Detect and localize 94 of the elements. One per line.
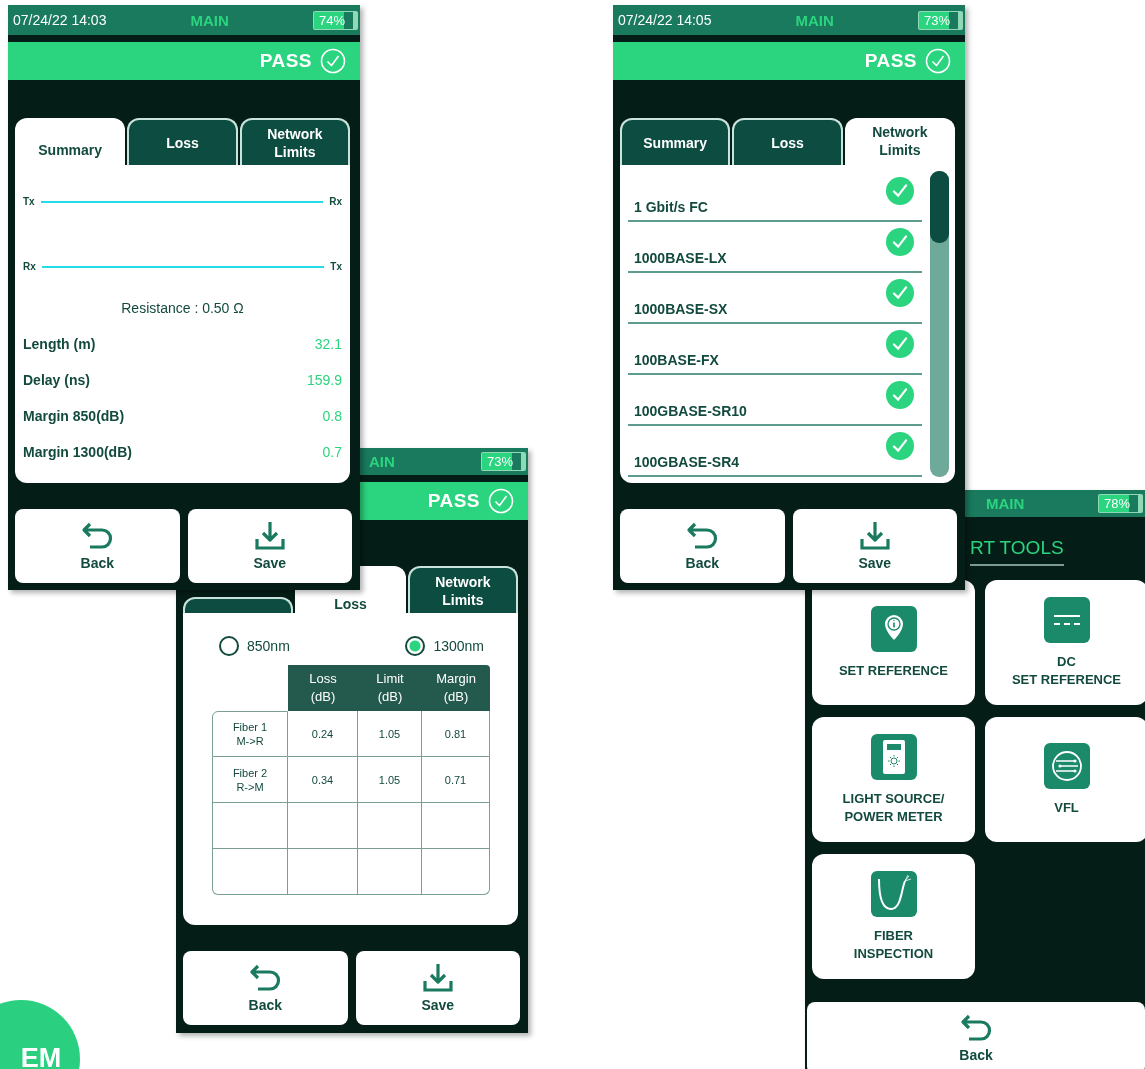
table-cell: 0.24 — [288, 711, 358, 757]
radio-circle[interactable] — [219, 636, 239, 656]
section-heading: RT TOOLS — [970, 536, 1064, 566]
meter-device-icon — [870, 733, 917, 780]
tab[interactable]: Network Limits — [239, 118, 350, 165]
tab[interactable] — [183, 597, 294, 613]
table-cell: 1.05 — [358, 711, 422, 757]
port-label: Tx — [23, 196, 35, 207]
check-circle-icon — [320, 48, 346, 74]
row-header: Fiber 2 R->M — [212, 757, 288, 803]
back-arrow-icon — [959, 1013, 993, 1043]
empty-cell — [358, 803, 422, 849]
back-arrow-icon — [248, 963, 283, 993]
back-button[interactable]: Back — [183, 951, 348, 1025]
download-icon — [420, 963, 455, 993]
empty-cell — [422, 803, 490, 849]
measurement-value: 159.9 — [306, 372, 342, 388]
tab[interactable]: Summary — [15, 118, 126, 165]
empty-cell — [358, 849, 422, 895]
port-label: Rx — [329, 196, 342, 207]
back-arrow-icon — [80, 521, 115, 551]
standard-name: 1000BASE-SX — [634, 301, 728, 319]
measurement-value: 0.7 — [322, 444, 342, 460]
resistance-text: Resistance : 0.50 Ω — [120, 300, 245, 316]
table-cell: 0.71 — [422, 757, 490, 803]
date-time: 07/24/22 14:03 — [13, 12, 107, 28]
tab[interactable]: Summary — [620, 118, 731, 165]
download-icon — [857, 521, 892, 551]
location-pin-icon — [870, 605, 917, 652]
check-circle-icon — [925, 48, 951, 74]
row-header: Fiber 1 M->R — [212, 711, 288, 757]
battery-indicator: 73% — [480, 452, 526, 471]
standard-name: 100GBASE-SR4 — [634, 454, 740, 472]
date-time: 07/24/22 14:05 — [618, 12, 712, 28]
empty-cell — [288, 849, 358, 895]
radio-circle[interactable] — [405, 636, 426, 656]
table-cell: 1.05 — [358, 757, 422, 803]
column-header: Limit (dB) — [358, 665, 422, 711]
dc-symbol-icon — [1043, 596, 1090, 643]
measurement-label: Delay (ns) — [23, 372, 90, 388]
download-icon — [252, 521, 287, 551]
tool-tile[interactable]: SET REFERENCE — [812, 580, 975, 705]
standard-name: 1 Gbit/s FC — [634, 199, 708, 217]
empty-cell — [288, 803, 358, 849]
measurement-label: Length (m) — [23, 336, 96, 352]
table-cell: 0.34 — [288, 757, 358, 803]
standard-name: 100GBASE-SR10 — [634, 403, 747, 421]
measurement-value: 0.8 — [322, 408, 342, 424]
back-button[interactable]: Back — [620, 509, 785, 583]
circle-lines-icon — [1043, 742, 1090, 789]
battery-indicator: 74% — [312, 10, 358, 30]
screen-title: MAIN — [189, 11, 230, 29]
back-button[interactable]: Back — [15, 509, 180, 583]
cable-loop-icon — [870, 870, 917, 917]
measurement-label: Margin 1300(dB) — [23, 444, 132, 460]
tool-tile[interactable]: VFL — [985, 717, 1145, 842]
tool-tile[interactable]: FIBER INSPECTION — [812, 854, 975, 979]
column-header: Margin (dB) — [422, 665, 490, 711]
radio-label: 850nm — [247, 638, 290, 654]
scrollbar[interactable] — [930, 171, 949, 477]
measurement-value: 32.1 — [314, 336, 342, 352]
tab[interactable]: Network Limits — [844, 118, 955, 165]
result-text: PASS — [259, 50, 312, 72]
radio-label: 1300nm — [433, 638, 484, 654]
measurement-label: Margin 850(dB) — [23, 408, 125, 424]
battery-indicator: 73% — [917, 10, 963, 30]
wavelength-radio[interactable]: 1300nm — [405, 636, 484, 656]
battery-indicator: 78% — [1097, 494, 1143, 513]
screen-title: MAIN — [985, 495, 1026, 512]
logo-text: EM — [19, 1043, 62, 1069]
tab[interactable]: Loss — [127, 118, 238, 165]
scroll-thumb[interactable] — [930, 171, 949, 243]
tab[interactable]: Loss — [732, 118, 843, 165]
port-label: Rx — [23, 261, 36, 272]
save-button[interactable]: Save — [355, 951, 520, 1025]
result-text: PASS — [864, 50, 917, 72]
standard-name: 100BASE-FX — [634, 352, 719, 370]
screen-title: MAIN — [794, 11, 835, 29]
screen-title: AIN — [368, 453, 396, 470]
back-button[interactable]: Back — [807, 1002, 1145, 1069]
save-button[interactable]: Save — [187, 509, 352, 583]
tool-tile[interactable]: LIGHT SOURCE/ POWER METER — [812, 717, 975, 842]
column-header: Loss (dB) — [288, 665, 358, 711]
save-button[interactable]: Save — [792, 509, 957, 583]
check-circle-icon — [488, 488, 514, 514]
tab[interactable]: Network Limits — [407, 566, 518, 613]
empty-cell — [422, 849, 490, 895]
back-arrow-icon — [685, 521, 720, 551]
tool-tile[interactable]: DC SET REFERENCE — [985, 580, 1145, 705]
standard-name: 1000BASE-LX — [634, 250, 727, 268]
table-cell: 0.81 — [422, 711, 490, 757]
result-text: PASS — [427, 490, 480, 512]
wavelength-radio[interactable]: 850nm — [219, 636, 290, 656]
port-label: Tx — [330, 261, 342, 272]
